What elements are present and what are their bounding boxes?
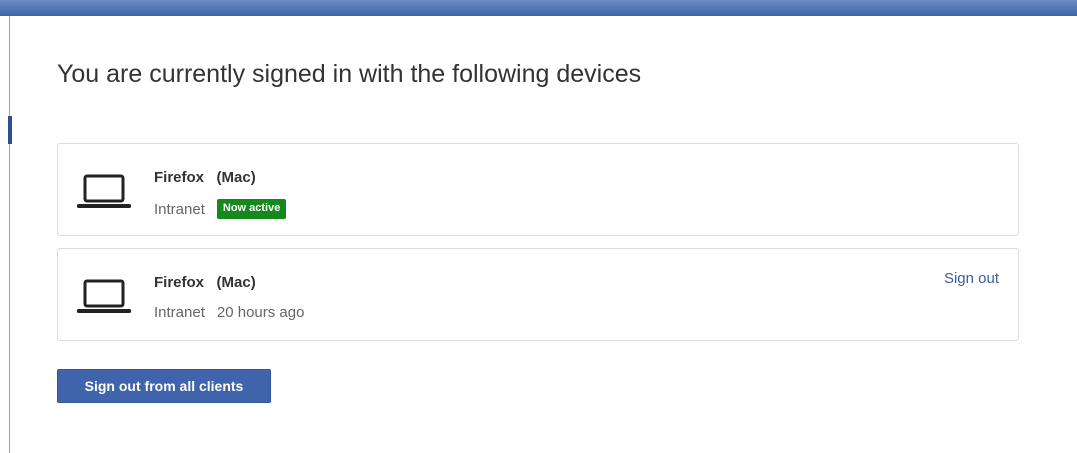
device-browser: Firefox bbox=[154, 274, 205, 291]
device-os: (Mac) bbox=[216, 169, 256, 186]
device-name: Firefox (Mac) bbox=[154, 169, 256, 186]
device-session-card: Firefox (Mac) Intranet 20 hours ago Sign… bbox=[57, 248, 1019, 341]
laptop-icon bbox=[77, 279, 131, 313]
left-border-rule bbox=[9, 16, 10, 453]
device-meta: Intranet Now active bbox=[154, 199, 287, 219]
page-title: You are currently signed in with the fol… bbox=[57, 60, 642, 88]
sign-out-link[interactable]: Sign out bbox=[944, 270, 999, 287]
device-name: Firefox (Mac) bbox=[154, 274, 256, 291]
top-header-bar bbox=[0, 0, 1077, 16]
device-browser: Firefox bbox=[154, 169, 205, 186]
now-active-badge: Now active bbox=[216, 199, 287, 219]
sign-out-all-button[interactable]: Sign out from all clients bbox=[57, 369, 271, 403]
device-session-card: Firefox (Mac) Intranet Now active bbox=[57, 143, 1019, 236]
laptop-icon bbox=[77, 174, 131, 208]
device-client: Intranet bbox=[154, 200, 205, 218]
last-access-time: 20 hours ago bbox=[216, 304, 305, 321]
device-meta: Intranet 20 hours ago bbox=[154, 304, 304, 321]
device-client: Intranet bbox=[154, 304, 205, 321]
device-os: (Mac) bbox=[216, 274, 256, 291]
left-nav-marker bbox=[8, 116, 12, 144]
